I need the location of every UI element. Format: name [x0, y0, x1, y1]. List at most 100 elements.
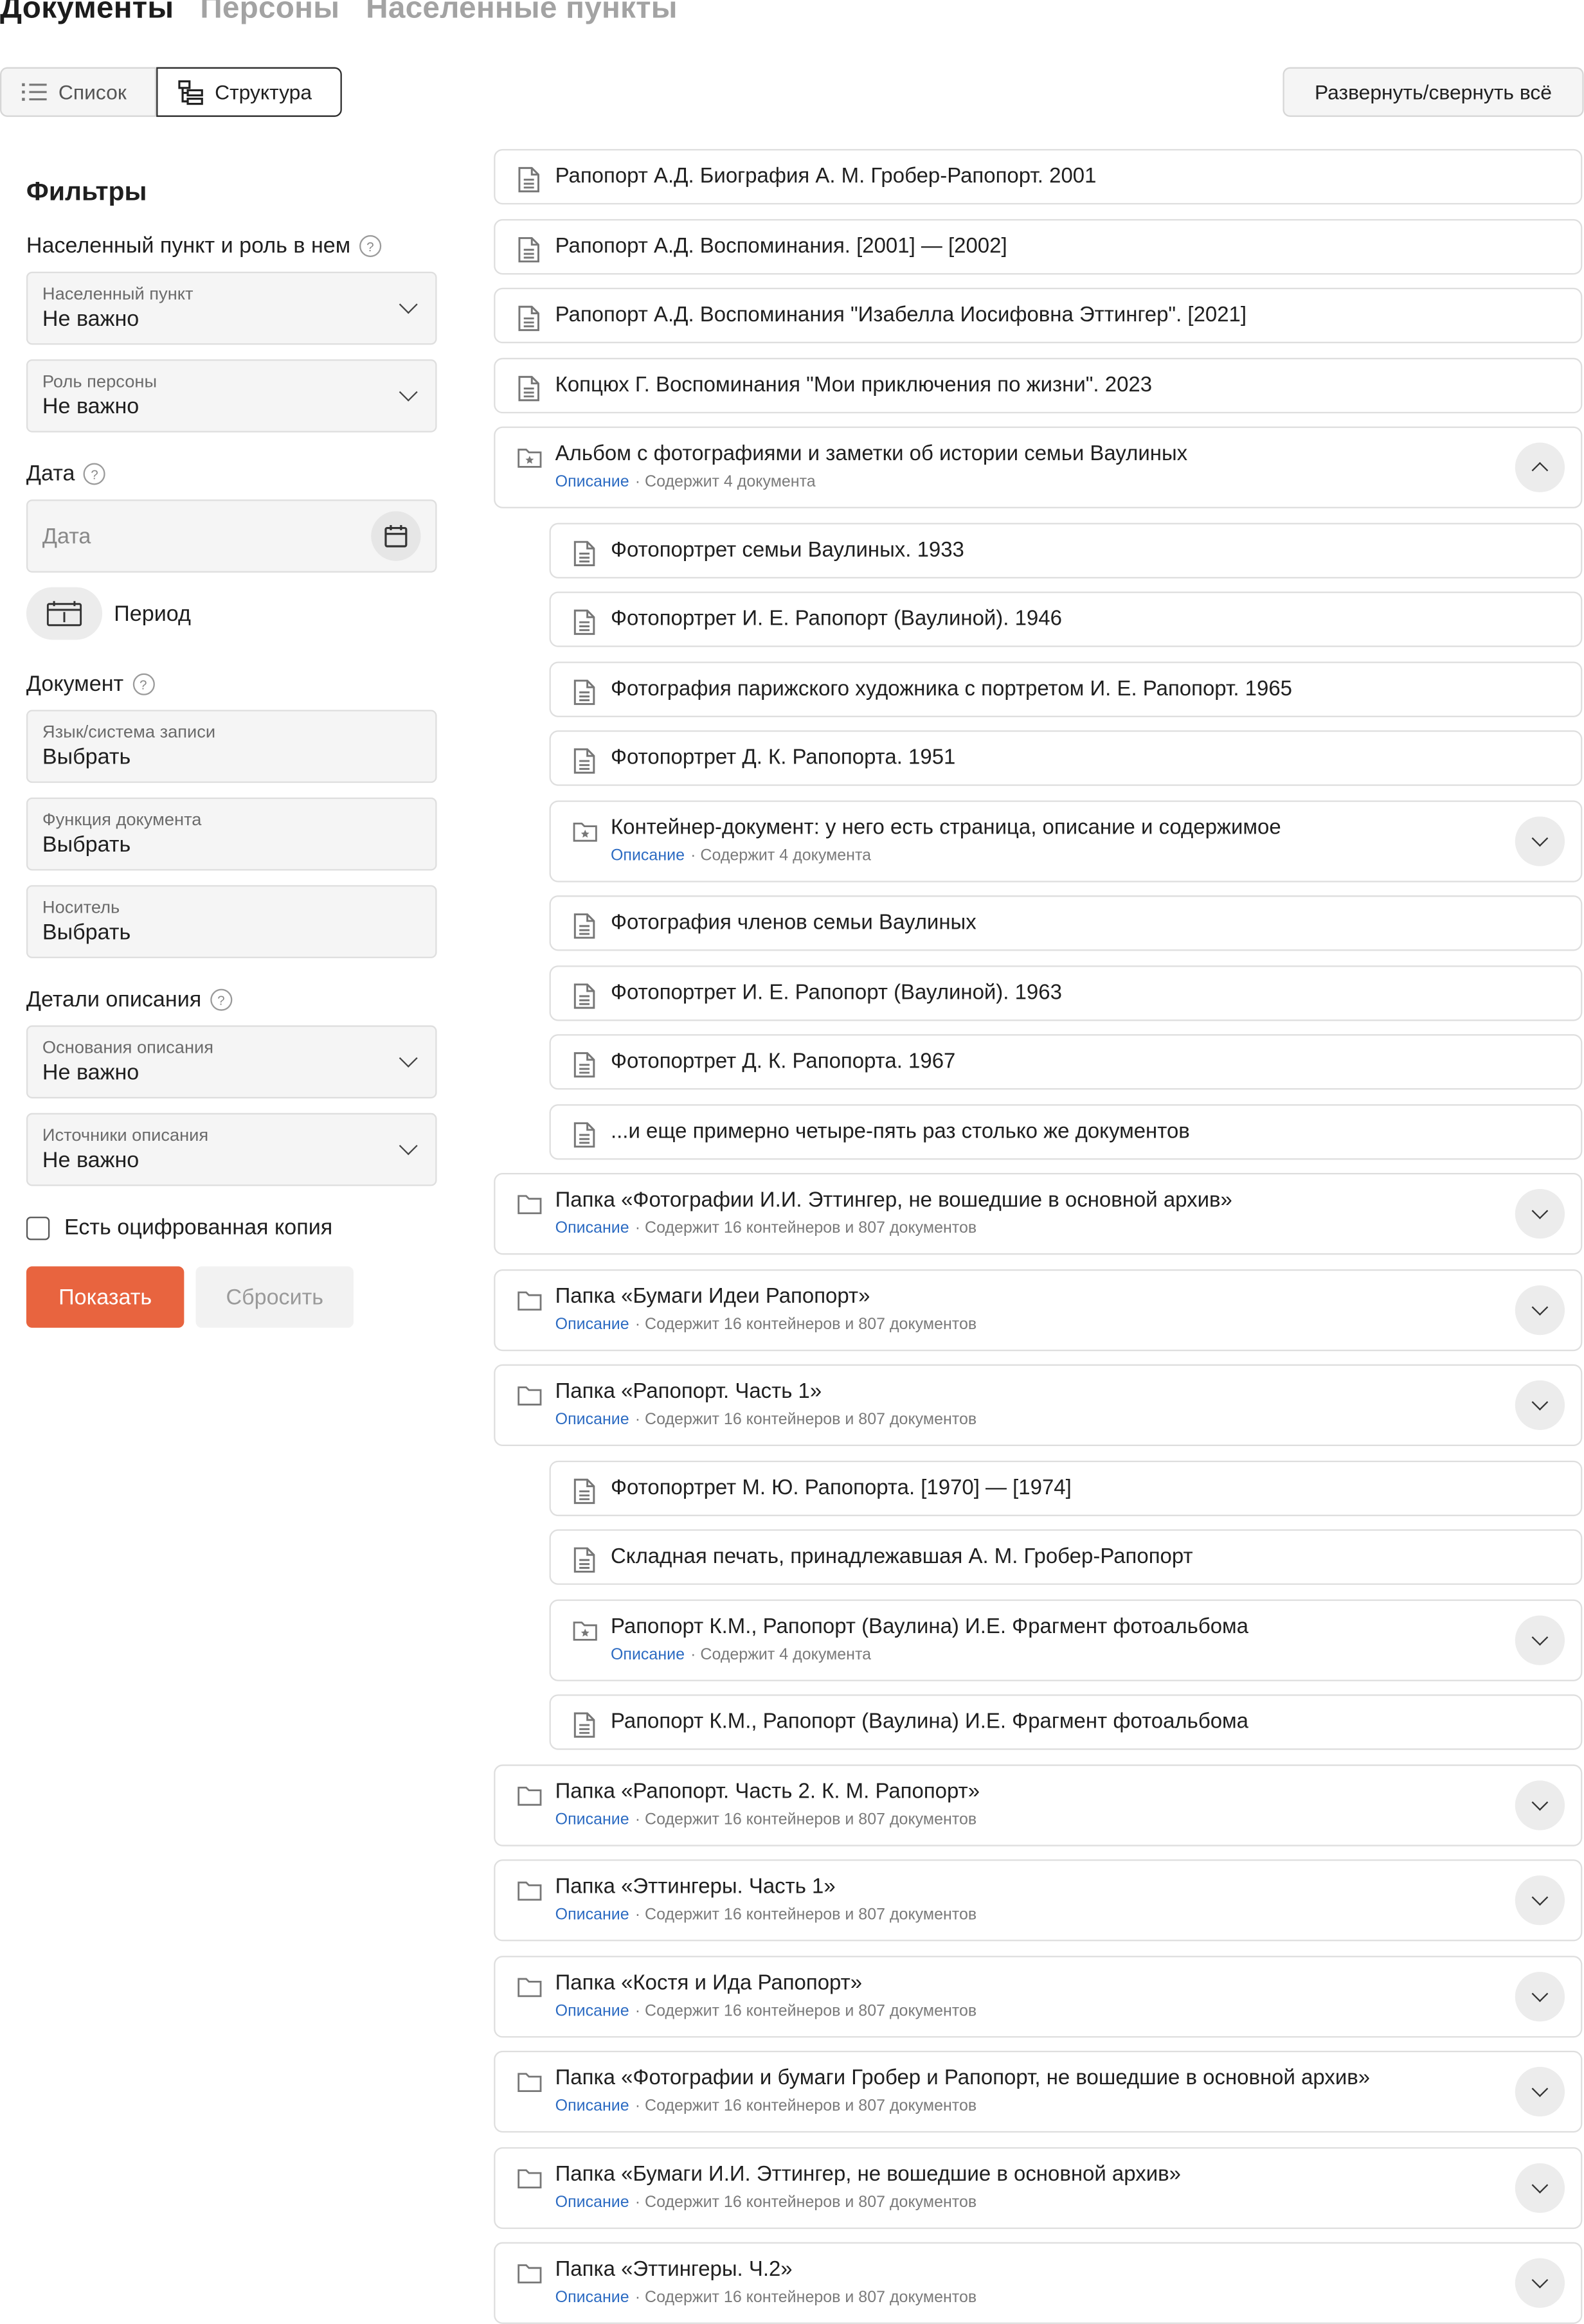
- tree-item-title[interactable]: Фотопортрет Д. К. Рапопорта. 1967: [611, 1050, 955, 1073]
- description-link[interactable]: Описание: [555, 1411, 629, 1428]
- tree-item-title[interactable]: Фотопортрет М. Ю. Рапопорта. [1970] — [1…: [611, 1476, 1072, 1499]
- tree-item-title[interactable]: Папка «Костя и Ида Рапопорт»: [555, 1971, 862, 1994]
- description-link[interactable]: Описание: [555, 1810, 629, 1828]
- tree-item-title[interactable]: Фотопортрет И. Е. Рапопорт (Ваулиной). 1…: [611, 981, 1062, 1004]
- tree-document-row[interactable]: Рапопорт А.Д. Воспоминания "Изабелла Иос…: [494, 287, 1583, 344]
- function-select[interactable]: Функция документа Выбрать: [26, 797, 437, 871]
- expand-button[interactable]: [1515, 2162, 1565, 2213]
- role-select[interactable]: Роль персоны Не важно: [26, 359, 437, 433]
- tree-folder-row[interactable]: Папка «Рапопорт. Часть 1» Описание · Содер…: [494, 1364, 1583, 1446]
- tree-item-title[interactable]: Папка «Эттингеры. Часть 1»: [555, 1875, 836, 1899]
- tree-folder-row[interactable]: Папка «Рапопорт. Часть 2. К. М. Рапопорт…: [494, 1764, 1583, 1846]
- tree-item-title[interactable]: Папка «Рапопорт. Часть 2. К. М. Рапопорт…: [555, 1780, 980, 1803]
- tree-folder-row[interactable]: Папка «Фотографии И.И. Эттингер, не воше…: [494, 1172, 1583, 1255]
- tree-item-title[interactable]: Складная печать, принадлежавшая А. М. Гр…: [611, 1546, 1193, 1569]
- tree-item-title[interactable]: Папка «Фотографии и бумаги Гробер и Рапо…: [555, 2067, 1370, 2090]
- tree-item-title[interactable]: Рапопорт К.М., Рапопорт (Ваулина) И.Е. Ф…: [611, 1710, 1248, 1733]
- tree-document-row[interactable]: Фотопортрет И. Е. Рапопорт (Ваулиной). 1…: [549, 591, 1583, 647]
- tree-item-title[interactable]: Альбом с фотографиями и заметки об истор…: [555, 443, 1188, 466]
- tree-document-row[interactable]: Рапопорт А.Д. Биография А. М. Гробер-Рап…: [494, 148, 1583, 205]
- tree-item-title[interactable]: Папка «Бумаги И.И. Эттингер, не вошедшие…: [555, 2163, 1181, 2186]
- tree-folder-row[interactable]: Папка «Бумаги И.И. Эттингер, не вошедшие…: [494, 2146, 1583, 2229]
- expand-button[interactable]: [1515, 1780, 1565, 1830]
- tree-document-row[interactable]: Фотография парижского художника с портре…: [549, 661, 1583, 717]
- tree-item-title[interactable]: Рапопорт А.Д. Биография А. М. Гробер-Рап…: [555, 165, 1097, 188]
- expand-button[interactable]: [1515, 1380, 1565, 1430]
- tree-item-title[interactable]: Фотопортрет семьи Ваулиных. 1933: [611, 538, 964, 561]
- description-link[interactable]: Описание: [611, 1645, 685, 1663]
- tree-item-title[interactable]: Папка «Рапопорт. Часть 1»: [555, 1381, 822, 1404]
- description-link[interactable]: Описание: [555, 2098, 629, 2115]
- tree-document-row[interactable]: Фотопортрет семьи Ваулиных. 1933: [549, 522, 1583, 578]
- tree-document-row[interactable]: Копцюх Г. Воспоминания "Мои приключения …: [494, 357, 1583, 413]
- tree-document-row[interactable]: ...и еще примерно четыре-пять раз стольк…: [549, 1104, 1583, 1159]
- tree-folder-row[interactable]: Папка «Эттингеры. Часть 1» Описание · Соде…: [494, 1859, 1583, 1942]
- expand-button[interactable]: [1515, 2066, 1565, 2117]
- help-icon[interactable]: ?: [132, 673, 154, 695]
- expand-button[interactable]: [1515, 1614, 1565, 1665]
- tree-item-title[interactable]: Папка «Бумаги Идеи Рапопорт»: [555, 1285, 870, 1308]
- help-icon[interactable]: ?: [210, 988, 232, 1011]
- tree-document-row[interactable]: Фотопортрет И. Е. Рапопорт (Ваулиной). 1…: [549, 965, 1583, 1021]
- tree-document-row[interactable]: Фотопортрет Д. К. Рапопорта. 1967: [549, 1034, 1583, 1090]
- description-link[interactable]: Описание: [555, 2289, 629, 2306]
- carrier-select[interactable]: Носитель Выбрать: [26, 885, 437, 958]
- tab-documents[interactable]: Документы: [0, 0, 174, 26]
- reset-button[interactable]: Сбросить: [195, 1266, 354, 1328]
- period-toggle[interactable]: Период: [26, 587, 437, 640]
- expand-button[interactable]: [1515, 1971, 1565, 2021]
- expand-collapse-all-button[interactable]: Развернуть/свернуть всё: [1282, 67, 1584, 117]
- tree-folder-row[interactable]: Папка «Бумаги Идеи Рапопорт» Описание · Со…: [494, 1268, 1583, 1351]
- tree-item-title[interactable]: ...и еще примерно четыре-пять раз стольк…: [611, 1120, 1190, 1143]
- tree-folder-row[interactable]: Папка «Фотографии и бумаги Гробер и Рапо…: [494, 2050, 1583, 2133]
- tree-document-row[interactable]: Рапопорт А.Д. Воспоминания. [2001] — [20…: [494, 218, 1583, 274]
- tree-container-row[interactable]: Рапопорт К.М., Рапопорт (Ваулина) И.Е. Ф…: [549, 1598, 1583, 1681]
- help-icon[interactable]: ?: [84, 463, 106, 485]
- language-select[interactable]: Язык/система записи Выбрать: [26, 710, 437, 783]
- sources-select[interactable]: Источники описания Не важно: [26, 1113, 437, 1186]
- tree-item-title[interactable]: Рапопорт К.М., Рапопорт (Ваулина) И.Е. Ф…: [611, 1614, 1248, 1638]
- tab-places[interactable]: Населенные пункты: [366, 0, 678, 26]
- tree-item-title[interactable]: Фотопортрет И. Е. Рапопорт (Ваулиной). 1…: [611, 607, 1062, 630]
- tree-document-row[interactable]: Рапопорт К.М., Рапопорт (Ваулина) И.Е. Ф…: [549, 1694, 1583, 1750]
- expand-button[interactable]: [1515, 1188, 1565, 1239]
- tree-folder-row[interactable]: Папка «Костя и Ида Рапопорт» Описание · Со…: [494, 1955, 1583, 2037]
- tree-item-title[interactable]: Фотография членов семьи Ваулиных: [611, 911, 977, 934]
- structure-view-button[interactable]: Структура: [156, 67, 342, 117]
- basis-select[interactable]: Основания описания Не важно: [26, 1025, 437, 1099]
- digitized-copy-checkbox[interactable]: Есть оцифрованная копия: [26, 1215, 437, 1240]
- tree-folder-row[interactable]: Папка «Эттингеры. Ч.2» Описание · Содержит…: [494, 2242, 1583, 2324]
- date-input[interactable]: Дата: [26, 499, 437, 573]
- tree-container-row[interactable]: Контейнер-документ: у него есть страница…: [549, 800, 1583, 882]
- tree-item-title[interactable]: Фотография парижского художника с портре…: [611, 677, 1292, 700]
- tree-item-title[interactable]: Папка «Эттингеры. Ч.2»: [555, 2258, 793, 2282]
- tree-item-title[interactable]: Копцюх Г. Воспоминания "Мои приключения …: [555, 373, 1152, 397]
- description-link[interactable]: Описание: [555, 473, 629, 490]
- description-link[interactable]: Описание: [555, 2002, 629, 2019]
- tree-item-title[interactable]: Контейнер-документ: у него есть страница…: [611, 816, 1281, 839]
- tree-container-row[interactable]: Альбом с фотографиями и заметки об истор…: [494, 426, 1583, 508]
- show-button[interactable]: Показать: [26, 1266, 184, 1328]
- tree-item-title[interactable]: Фотопортрет Д. К. Рапопорта. 1951: [611, 746, 955, 769]
- tree-document-row[interactable]: Фотопортрет М. Ю. Рапопорта. [1970] — [1…: [549, 1460, 1583, 1515]
- place-select[interactable]: Населенный пункт Не важно: [26, 271, 437, 345]
- description-link[interactable]: Описание: [555, 2193, 629, 2210]
- calendar-button[interactable]: [371, 511, 421, 561]
- tree-item-title[interactable]: Рапопорт А.Д. Воспоминания. [2001] — [20…: [555, 235, 1007, 258]
- tree-item-title[interactable]: Рапопорт А.Д. Воспоминания "Изабелла Иос…: [555, 304, 1246, 327]
- checkbox[interactable]: [26, 1216, 50, 1240]
- list-view-button[interactable]: Список: [0, 67, 157, 117]
- description-link[interactable]: Описание: [555, 1220, 629, 1237]
- tree-document-row[interactable]: Фотография членов семьи Ваулиных: [549, 895, 1583, 951]
- tab-persons[interactable]: Персоны: [200, 0, 339, 26]
- description-link[interactable]: Описание: [555, 1316, 629, 1333]
- expand-button[interactable]: [1515, 2258, 1565, 2308]
- tree-item-title[interactable]: Папка «Фотографии И.И. Эттингер, не воше…: [555, 1189, 1232, 1212]
- expand-button[interactable]: [1515, 816, 1565, 866]
- tree-document-row[interactable]: Складная печать, принадлежавшая А. М. Гр…: [549, 1529, 1583, 1585]
- tree-document-row[interactable]: Фотопортрет Д. К. Рапопорта. 1951: [549, 730, 1583, 786]
- expand-button[interactable]: [1515, 1875, 1565, 1926]
- expand-button[interactable]: [1515, 1284, 1565, 1335]
- description-link[interactable]: Описание: [611, 846, 685, 864]
- collapse-button[interactable]: [1515, 442, 1565, 492]
